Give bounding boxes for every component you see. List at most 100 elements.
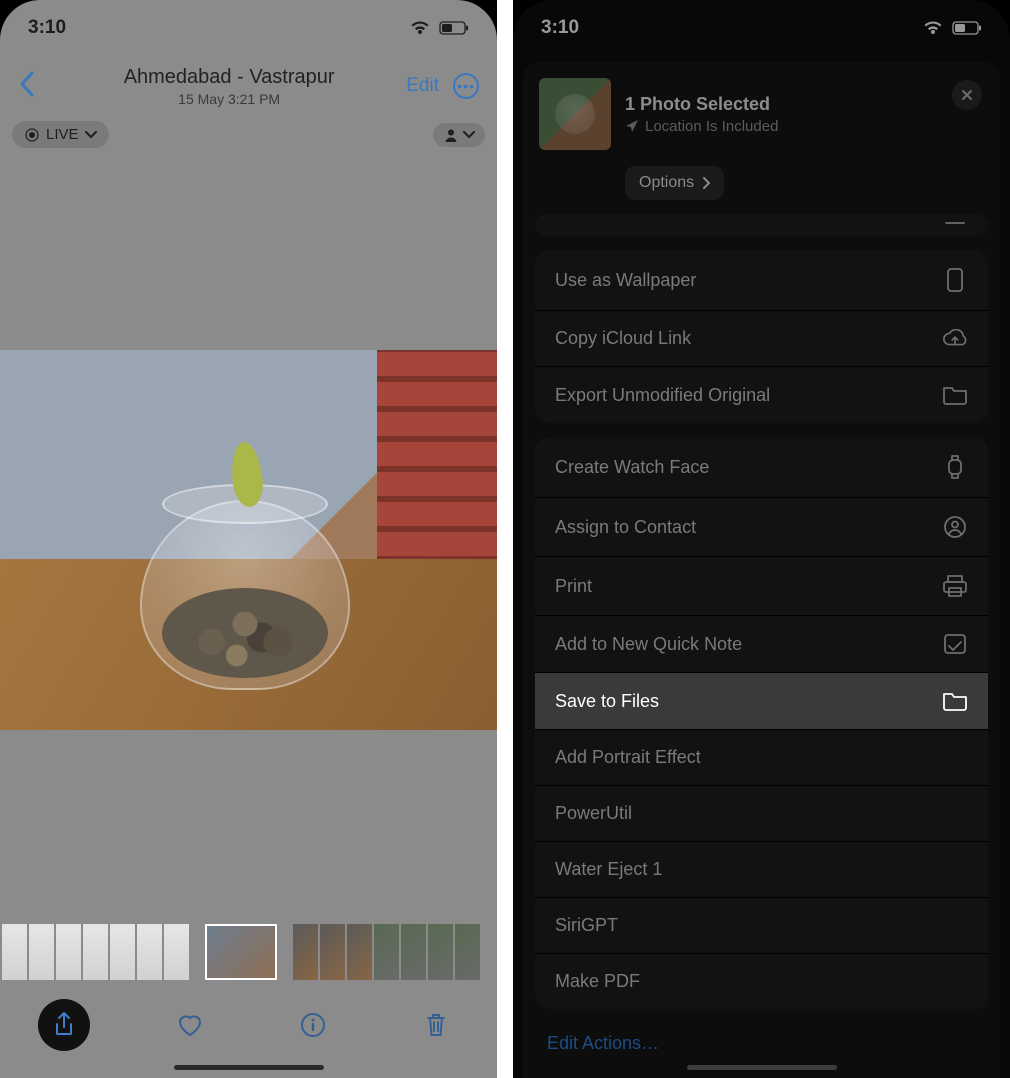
live-badge[interactable]: LIVE	[12, 121, 109, 148]
note-icon	[942, 633, 968, 655]
action-row[interactable]: Create Watch Face	[535, 437, 988, 497]
action-label: Make PDF	[555, 971, 640, 992]
action-row[interactable]: Make PDF	[535, 953, 988, 1009]
info-button[interactable]	[290, 1002, 336, 1048]
folder-icon	[942, 384, 968, 406]
options-button[interactable]: Options	[625, 166, 724, 200]
action-label: PowerUtil	[555, 803, 632, 824]
phone-icon	[942, 267, 968, 293]
favorite-button[interactable]	[167, 1002, 213, 1048]
chevron-right-icon	[702, 177, 710, 189]
person-icon	[443, 127, 459, 143]
action-label: Save to Files	[555, 691, 659, 712]
share-sheet-right-screen: 3:10 1 Photo Selected Location Is Includ…	[513, 0, 1010, 1078]
heart-icon	[176, 1012, 204, 1038]
action-row[interactable]: Copy iCloud Link	[535, 310, 988, 366]
thumbnail-strip[interactable]	[0, 924, 497, 980]
delete-button[interactable]	[413, 1002, 459, 1048]
photo-viewer[interactable]	[0, 350, 497, 730]
thumbnail[interactable]	[110, 924, 135, 980]
action-row[interactable]: PowerUtil	[535, 785, 988, 841]
action-label: Assign to Contact	[555, 517, 696, 538]
status-bar: 3:10	[513, 0, 1010, 55]
status-bar: 3:10	[0, 0, 497, 55]
action-row[interactable]: Export Unmodified Original	[535, 366, 988, 423]
trash-icon	[424, 1011, 448, 1039]
close-button[interactable]	[952, 80, 982, 110]
action-row[interactable]: Water Eject 1	[535, 841, 988, 897]
action-row[interactable]: Add to New Quick Note	[535, 615, 988, 672]
thumbnail[interactable]	[428, 924, 453, 980]
thumbnail[interactable]	[320, 924, 345, 980]
cloud-link-icon	[942, 329, 968, 349]
thumbnail[interactable]	[29, 924, 54, 980]
action-label: Add to New Quick Note	[555, 634, 742, 655]
thumbnail[interactable]	[2, 924, 27, 980]
action-row[interactable]: Use as Wallpaper	[535, 250, 988, 310]
thumbnail[interactable]	[401, 924, 426, 980]
action-row[interactable]	[535, 214, 988, 236]
action-label: Export Unmodified Original	[555, 385, 770, 406]
status-indicators	[922, 20, 982, 36]
photo-title-block[interactable]: Ahmedabad - Vastrapur 15 May 3:21 PM	[52, 66, 406, 107]
selected-title: 1 Photo Selected	[625, 94, 778, 115]
nav-bar: Ahmedabad - Vastrapur 15 May 3:21 PM Edi…	[0, 55, 497, 117]
share-sheet: 1 Photo Selected Location Is Included Op…	[523, 62, 1000, 1078]
photo-chips: LIVE	[0, 117, 497, 158]
chevron-down-icon	[85, 130, 97, 140]
thumbnail[interactable]	[347, 924, 372, 980]
close-icon	[960, 88, 974, 102]
thumbnail-current[interactable]	[205, 924, 277, 980]
status-time: 3:10	[28, 17, 66, 39]
status-time: 3:10	[541, 17, 579, 39]
sheet-header: 1 Photo Selected Location Is Included	[523, 62, 1000, 160]
home-indicator[interactable]	[687, 1065, 837, 1070]
wifi-icon	[922, 20, 944, 36]
thumbnail[interactable]	[137, 924, 162, 980]
photos-app-left-screen: 3:10 Ahmedabad - Vastrapur 15 May 3:21 P…	[0, 0, 497, 1078]
share-button[interactable]	[38, 999, 90, 1051]
action-label: SiriGPT	[555, 915, 618, 936]
battery-icon	[952, 21, 982, 35]
selected-thumbnail[interactable]	[539, 78, 611, 150]
back-button[interactable]	[18, 70, 52, 103]
action-group: Use as Wallpaper Copy iCloud Link Export U…	[535, 250, 988, 423]
action-label: Print	[555, 576, 592, 597]
location-line: Location Is Included	[625, 118, 778, 135]
battery-icon	[439, 21, 469, 35]
thumbnail[interactable]	[56, 924, 81, 980]
action-row[interactable]: Save to Files	[535, 672, 988, 729]
chevron-down-icon	[463, 130, 475, 140]
action-label: Use as Wallpaper	[555, 270, 696, 291]
action-label: Create Watch Face	[555, 457, 709, 478]
watch-icon	[942, 454, 968, 480]
info-icon	[300, 1012, 326, 1038]
thumbnail[interactable]	[374, 924, 399, 980]
action-row[interactable]: Assign to Contact	[535, 497, 988, 556]
action-list: Use as Wallpaper Copy iCloud Link Export U…	[523, 214, 1000, 1009]
more-button[interactable]: •••	[453, 73, 479, 99]
folder-icon	[942, 690, 968, 712]
share-icon	[52, 1011, 76, 1039]
live-label: LIVE	[46, 126, 79, 143]
home-indicator[interactable]	[174, 1065, 324, 1070]
action-label: Water Eject 1	[555, 859, 662, 880]
action-row[interactable]: SiriGPT	[535, 897, 988, 953]
action-label: Add Portrait Effect	[555, 747, 701, 768]
location-title: Ahmedabad - Vastrapur	[52, 66, 406, 89]
status-indicators	[409, 20, 469, 36]
thumbnail[interactable]	[164, 924, 189, 980]
thumbnail[interactable]	[293, 924, 318, 980]
action-row[interactable]: Add Portrait Effect	[535, 729, 988, 785]
action-row[interactable]: Print	[535, 556, 988, 615]
people-chip[interactable]	[433, 123, 485, 147]
edit-button[interactable]: Edit	[406, 75, 439, 97]
action-group	[535, 214, 988, 236]
date-subtitle: 15 May 3:21 PM	[52, 91, 406, 107]
printer-icon	[942, 574, 968, 598]
live-icon	[24, 127, 40, 143]
thumbnail[interactable]	[83, 924, 108, 980]
minus-icon	[942, 220, 968, 226]
thumbnail[interactable]	[455, 924, 480, 980]
action-label: Copy iCloud Link	[555, 328, 691, 349]
